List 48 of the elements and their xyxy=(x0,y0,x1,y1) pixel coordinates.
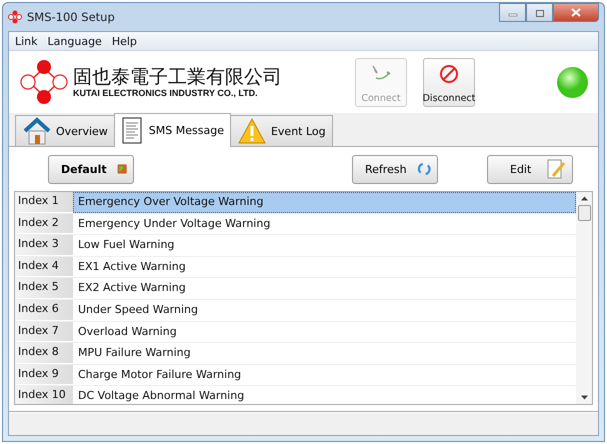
scrollbar[interactable] xyxy=(576,192,592,404)
company-logo-icon xyxy=(19,58,69,106)
row-header: Index 1 xyxy=(15,192,73,213)
row-header: Index 7 xyxy=(15,322,73,342)
table-cell[interactable]: EX2 Active Warning xyxy=(73,278,576,299)
row-header: Index 4 xyxy=(15,256,73,278)
prohibited-icon xyxy=(437,62,461,84)
house-icon xyxy=(22,117,52,145)
table-cell[interactable]: Emergency Over Voltage Warning xyxy=(73,192,576,213)
tab[interactable]: SMS Message xyxy=(114,113,231,147)
menu-item[interactable]: Help xyxy=(112,34,137,48)
table-cell[interactable]: EX1 Active Warning xyxy=(73,256,576,278)
default-button[interactable]: Default xyxy=(48,154,134,184)
row-header: Index 2 xyxy=(15,214,73,234)
edit-button[interactable]: Edit xyxy=(487,154,573,184)
table-cell[interactable]: Under Speed Warning xyxy=(73,300,576,321)
scroll-down-icon[interactable] xyxy=(580,395,588,400)
edit-icon xyxy=(546,158,566,180)
refresh-button[interactable]: Refresh xyxy=(352,154,438,184)
maximize-icon xyxy=(534,8,544,16)
app-logo-icon xyxy=(8,10,22,24)
row-header: Index 5 xyxy=(15,278,73,299)
table-cell[interactable]: Overload Warning xyxy=(73,322,576,342)
table-cell[interactable]: DC Voltage Abnormal Warning xyxy=(73,386,576,404)
close-icon xyxy=(571,8,581,17)
company-name: 固也泰電子工業有限公司 xyxy=(73,66,283,88)
row-header: Index 6 xyxy=(15,300,73,321)
company-name-english: KUTAI ELECTRONICS INDUSTRY CO., LTD. xyxy=(73,88,259,98)
maximize-button[interactable] xyxy=(526,3,553,22)
row-header: Index 9 xyxy=(15,364,73,386)
table-cell[interactable]: Emergency Under Voltage Warning xyxy=(73,214,576,234)
row-header: Index 8 xyxy=(15,343,73,364)
table-cell[interactable]: Low Fuel Warning xyxy=(73,235,576,256)
warning-icon xyxy=(236,117,267,145)
disconnect-button[interactable]: Disconnect xyxy=(423,58,475,106)
table-cell[interactable]: MPU Failure Warning xyxy=(73,343,576,364)
tab[interactable]: Overview xyxy=(15,115,115,146)
row-header: Index 3 xyxy=(15,235,73,256)
table-cell[interactable]: Charge Motor Failure Warning xyxy=(73,364,576,386)
close-button[interactable] xyxy=(553,3,599,22)
menu-item[interactable]: Link xyxy=(15,34,38,48)
window-title: SMS-100 Setup xyxy=(27,10,115,24)
minimize-button[interactable] xyxy=(499,3,526,22)
menu-item[interactable]: Language xyxy=(48,34,102,48)
scroll-thumb[interactable] xyxy=(578,205,590,221)
row-header: Index 10 xyxy=(15,386,73,404)
scroll-up-icon[interactable] xyxy=(580,196,588,201)
tab[interactable]: Event Log xyxy=(230,115,333,146)
